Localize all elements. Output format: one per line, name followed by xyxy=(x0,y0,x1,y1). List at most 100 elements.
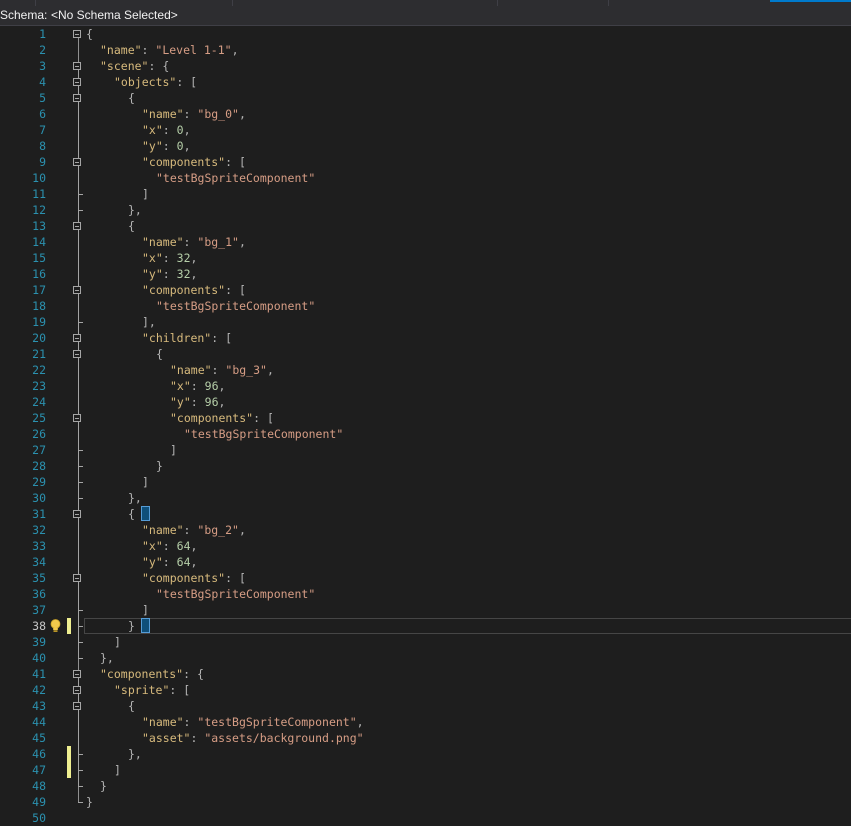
code-line[interactable]: "components": [ xyxy=(170,410,274,426)
json-punctuation: : xyxy=(162,267,177,281)
collapse-icon[interactable] xyxy=(73,350,81,358)
collapse-icon[interactable] xyxy=(73,702,81,710)
code-line[interactable]: ] xyxy=(114,762,121,778)
code-line[interactable]: "x": 0, xyxy=(142,122,191,138)
code-line[interactable]: } xyxy=(156,458,163,474)
schema-bar: Schema: <No Schema Selected> xyxy=(0,6,851,26)
code-line[interactable]: ], xyxy=(142,314,156,330)
json-punctuation: : [ xyxy=(176,75,198,89)
code-line[interactable]: "children": [ xyxy=(142,330,232,346)
line-number: 38 xyxy=(32,619,46,633)
collapse-icon[interactable] xyxy=(73,30,81,38)
code-line[interactable]: "x": 32, xyxy=(142,250,197,266)
code-line[interactable]: { xyxy=(128,698,135,714)
line-number: 20 xyxy=(32,331,46,345)
code-line[interactable]: { xyxy=(86,26,93,42)
code-line[interactable]: ] xyxy=(142,186,149,202)
line-number: 6 xyxy=(39,107,46,121)
code-line[interactable]: }, xyxy=(100,650,114,666)
brace-match-highlight xyxy=(141,618,150,633)
collapse-icon[interactable] xyxy=(73,94,81,102)
code-line[interactable]: "testBgSpriteComponent" xyxy=(156,586,315,602)
code-line[interactable]: } xyxy=(128,618,135,634)
collapse-icon[interactable] xyxy=(73,334,81,342)
outline-end xyxy=(78,754,83,755)
json-string: "testBgSpriteComponent" xyxy=(156,587,316,601)
outline-end xyxy=(78,642,83,643)
current-line-highlight xyxy=(84,618,851,634)
code-line[interactable]: "name": "bg_1", xyxy=(142,234,246,250)
code-line[interactable]: "y": 32, xyxy=(142,266,197,282)
code-line[interactable]: "y": 96, xyxy=(170,394,225,410)
collapse-icon[interactable] xyxy=(73,158,81,166)
code-line[interactable]: ] xyxy=(142,602,149,618)
code-line[interactable]: "components": [ xyxy=(142,570,246,586)
code-line[interactable]: } xyxy=(100,778,107,794)
code-line[interactable]: "y": 64, xyxy=(142,554,197,570)
code-line[interactable]: "testBgSpriteComponent" xyxy=(156,170,315,186)
json-key: "y" xyxy=(142,139,163,153)
code-line[interactable]: "name": "bg_2", xyxy=(142,522,246,538)
code-line[interactable]: }, xyxy=(128,490,142,506)
code-line[interactable]: }, xyxy=(128,202,142,218)
code-line[interactable]: "testBgSpriteComponent" xyxy=(184,426,343,442)
json-string: "assets/background.png" xyxy=(204,731,364,745)
json-punctuation: }, xyxy=(100,651,114,665)
line-number: 31 xyxy=(32,507,46,521)
code-line[interactable]: { xyxy=(156,346,163,362)
code-line[interactable]: "objects": [ xyxy=(114,74,197,90)
line-number: 19 xyxy=(32,315,46,329)
collapse-icon[interactable] xyxy=(73,222,81,230)
code-line[interactable]: "y": 0, xyxy=(142,138,191,154)
code-line[interactable]: "testBgSpriteComponent" xyxy=(156,298,315,314)
collapse-icon[interactable] xyxy=(73,414,81,422)
code-line[interactable]: ] xyxy=(114,634,121,650)
line-number: 22 xyxy=(32,363,46,377)
line-number: 45 xyxy=(32,731,46,745)
json-punctuation: : xyxy=(162,139,177,153)
code-line[interactable]: "components": [ xyxy=(142,282,246,298)
outline-rail xyxy=(78,582,79,610)
code-line[interactable]: "components": { xyxy=(100,666,204,682)
line-number: 8 xyxy=(39,139,46,153)
code-line[interactable]: ] xyxy=(170,442,177,458)
collapse-icon[interactable] xyxy=(73,510,81,518)
code-line[interactable]: ] xyxy=(142,474,149,490)
collapse-icon[interactable] xyxy=(73,574,81,582)
json-punctuation: } xyxy=(156,459,163,473)
json-punctuation: , xyxy=(183,139,191,153)
code-line[interactable]: "name": "testBgSpriteComponent", xyxy=(142,714,364,730)
json-punctuation: , xyxy=(238,107,246,121)
line-number: 48 xyxy=(32,779,46,793)
line-number: 5 xyxy=(39,91,46,105)
code-line[interactable]: "name": "bg_0", xyxy=(142,106,246,122)
code-line[interactable]: { xyxy=(128,506,135,522)
schema-dropdown[interactable]: <No Schema Selected> xyxy=(51,8,178,22)
collapse-icon[interactable] xyxy=(73,62,81,70)
json-number: 0 xyxy=(176,139,184,153)
code-line[interactable]: { xyxy=(128,90,135,106)
lightbulb-icon[interactable] xyxy=(49,618,62,634)
code-line[interactable]: { xyxy=(128,218,135,234)
line-number: 49 xyxy=(32,795,46,809)
code-line[interactable]: } xyxy=(86,794,93,810)
code-line[interactable]: }, xyxy=(128,746,142,762)
json-punctuation: : xyxy=(162,539,177,553)
code-line[interactable]: "components": [ xyxy=(142,154,246,170)
code-line[interactable]: "name": "Level 1-1", xyxy=(100,42,239,58)
json-punctuation: ] xyxy=(114,635,121,649)
code-line[interactable]: "sprite": [ xyxy=(114,682,190,698)
collapse-icon[interactable] xyxy=(73,78,81,86)
code-line[interactable]: "scene": { xyxy=(100,58,169,74)
code-line[interactable]: "name": "bg_3", xyxy=(170,362,274,378)
code-line[interactable]: "x": 96, xyxy=(170,378,225,394)
line-number: 10 xyxy=(32,171,46,185)
collapse-icon[interactable] xyxy=(73,670,81,678)
code-line[interactable]: "x": 64, xyxy=(142,538,197,554)
collapse-icon[interactable] xyxy=(73,686,81,694)
code-line[interactable]: "asset": "assets/background.png" xyxy=(142,730,364,746)
json-punctuation: ] xyxy=(142,475,149,489)
line-number: 1 xyxy=(39,27,46,41)
json-punctuation: : [ xyxy=(169,683,191,697)
collapse-icon[interactable] xyxy=(73,286,81,294)
